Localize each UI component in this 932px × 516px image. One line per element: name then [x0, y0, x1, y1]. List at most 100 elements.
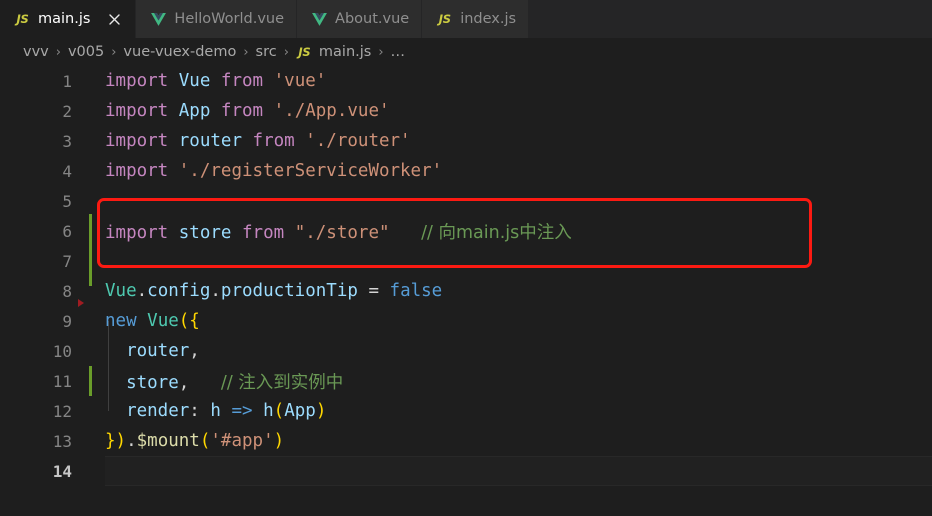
line-number: 7	[62, 251, 72, 271]
token-literal: false	[389, 281, 443, 301]
code-line: 9 new Vue({	[0, 306, 932, 336]
token-punct: .	[126, 431, 137, 451]
token-operator: =>	[231, 401, 253, 421]
token-keyword: from	[220, 71, 264, 91]
chevron-right-icon: ›	[378, 44, 384, 60]
breadcrumb-item-main-js[interactable]: JS main.js	[295, 44, 372, 60]
line-number: 9	[62, 311, 72, 331]
js-file-icon: JS	[298, 45, 311, 59]
token-bracket: )	[315, 401, 327, 421]
token-keyword: from	[252, 131, 295, 151]
code-text: import './registerServiceWorker'	[105, 161, 932, 181]
line-number: 4	[62, 161, 72, 181]
tab-about-vue[interactable]: About.vue	[297, 0, 423, 38]
js-file-icon: JS	[16, 12, 29, 26]
code-line-active: 14	[0, 456, 932, 486]
chevron-right-icon: ›	[55, 44, 61, 60]
breadcrumb-label: vue-vuex-demo	[123, 44, 237, 60]
token-identifier: Vue	[178, 71, 211, 91]
token-identifier: App	[178, 101, 211, 121]
code-line: 7	[0, 246, 932, 276]
code-text: store, // 注入到实例中	[105, 369, 932, 394]
token-string: '#app'	[210, 431, 274, 451]
token-parameter: h	[210, 401, 221, 421]
tab-bar-empty-space	[529, 0, 932, 38]
tab-helloworld-vue[interactable]: HelloWorld.vue	[136, 0, 298, 38]
token-bracket: })	[105, 431, 127, 451]
code-text: import store from "./store" // 向main.js中…	[105, 219, 932, 244]
token-property: productionTip	[220, 281, 358, 301]
line-number: 11	[52, 371, 72, 391]
chevron-right-icon: ›	[283, 44, 289, 60]
editor-tab-bar: JS main.js HelloWorld.vue About.vue JS i…	[0, 0, 932, 38]
token-keyword: import	[105, 161, 169, 181]
token-punct: :	[189, 401, 200, 421]
token-string: 'vue'	[273, 71, 327, 91]
breadcrumb-item-src[interactable]: src	[255, 44, 278, 60]
code-line: 11 store, // 注入到实例中	[0, 366, 932, 396]
breadcrumb-label: main.js	[318, 44, 372, 60]
line-number: 10	[52, 341, 72, 361]
token-property: store	[126, 372, 179, 393]
code-line: 12 render: h => h(App)	[0, 396, 932, 426]
token-property: render	[126, 401, 190, 421]
token-argument: App	[284, 401, 316, 421]
token-identifier: router	[178, 131, 242, 151]
close-icon[interactable]	[105, 10, 123, 28]
token-bracket: (	[273, 401, 285, 421]
code-text: import Vue from 'vue'	[105, 71, 932, 91]
code-text: router,	[105, 341, 932, 361]
token-operator: =	[368, 281, 379, 301]
token-bracket: ({	[178, 311, 200, 331]
breadcrumb-item-overflow[interactable]: …	[390, 44, 407, 60]
code-text: new Vue({	[105, 311, 932, 331]
token-keyword: from	[220, 101, 264, 121]
vue-file-icon	[311, 12, 328, 26]
code-text: import router from './router'	[105, 131, 932, 151]
token-keyword: import	[105, 222, 169, 243]
tab-main-js[interactable]: JS main.js	[0, 0, 137, 38]
token-punct: .	[210, 281, 221, 301]
breadcrumb-label: …	[390, 44, 406, 60]
line-number: 12	[52, 401, 72, 421]
breadcrumb-label: vvv	[23, 44, 49, 60]
tab-label: index.js	[460, 10, 517, 27]
line-number: 3	[62, 131, 72, 151]
code-line: 6 import store from "./store" // 向main.j…	[0, 216, 932, 246]
token-keyword: from	[242, 222, 285, 243]
token-keyword: import	[105, 131, 169, 151]
token-string: './router'	[305, 131, 411, 151]
code-editor[interactable]: 1 import Vue from 'vue' 2 import App fro…	[0, 66, 932, 516]
breadcrumb: vvv › v005 › vue-vuex-demo › src › JS ma…	[0, 38, 932, 66]
code-line: 4 import './registerServiceWorker'	[0, 156, 932, 186]
tab-label: HelloWorld.vue	[174, 10, 285, 27]
tab-index-js[interactable]: JS index.js	[422, 0, 530, 38]
line-number: 13	[52, 431, 72, 451]
token-string: './App.vue'	[273, 101, 390, 121]
breadcrumb-item-v005[interactable]: v005	[67, 44, 105, 60]
token-type: Vue	[105, 281, 137, 301]
breadcrumb-label: src	[255, 44, 277, 60]
chevron-right-icon: ›	[243, 44, 249, 60]
vue-file-icon	[150, 12, 167, 26]
tab-label: main.js	[38, 10, 91, 27]
breadcrumb-item-vue-vuex-demo[interactable]: vue-vuex-demo	[122, 44, 237, 60]
code-text: }).$mount('#app')	[105, 431, 932, 451]
token-comment: // 注入到实例中	[220, 372, 344, 393]
code-line: 10 router,	[0, 336, 932, 366]
breadcrumb-item-vvv[interactable]: vvv	[22, 44, 50, 60]
line-number: 1	[62, 71, 72, 91]
token-keyword: import	[105, 71, 169, 91]
tab-label: About.vue	[335, 10, 410, 27]
line-number: 8	[62, 281, 72, 301]
line-number: 6	[62, 221, 72, 241]
token-bracket: (	[199, 431, 211, 451]
current-line-highlight	[105, 456, 932, 486]
chevron-right-icon: ›	[111, 44, 117, 60]
token-identifier: store	[178, 222, 232, 243]
breadcrumb-label: v005	[67, 44, 105, 60]
code-text: import App from './App.vue'	[105, 101, 932, 121]
token-type: Vue	[147, 311, 179, 331]
token-method: $mount	[136, 431, 200, 451]
line-number: 5	[62, 191, 72, 211]
